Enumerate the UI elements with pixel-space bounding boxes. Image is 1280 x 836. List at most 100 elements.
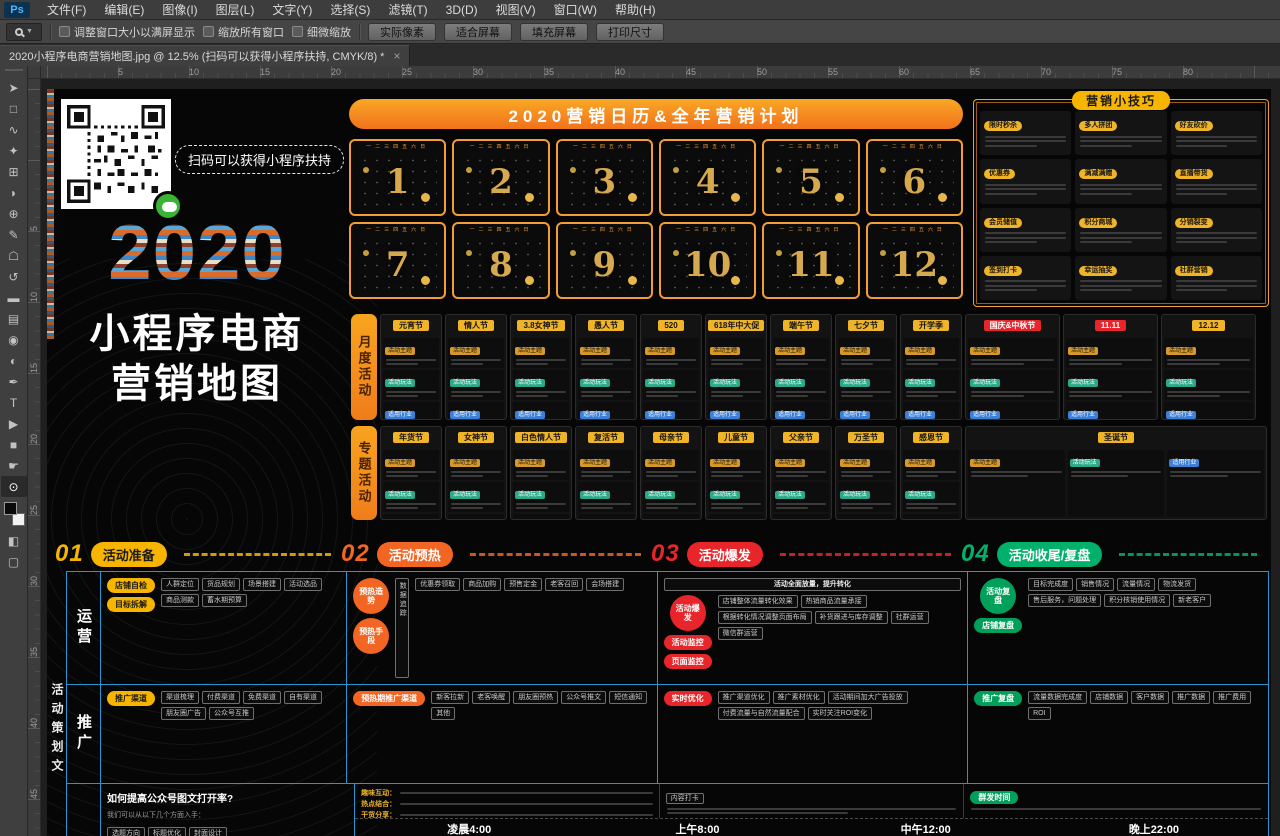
tip-card: 多人拼团 xyxy=(1075,111,1166,155)
checkbox-box[interactable] xyxy=(292,26,303,37)
flow-circle: 预热手段 xyxy=(353,618,389,654)
blur-tool[interactable]: ◉ xyxy=(1,329,27,350)
option-checkbox[interactable]: 调整窗口大小以满屏显示 xyxy=(59,24,195,40)
stage-dashes xyxy=(184,553,331,556)
activity-field: 活动玩法 xyxy=(383,370,439,400)
zoom-action-button[interactable]: 实际像素 xyxy=(368,23,436,41)
menu-item[interactable]: 图层(L) xyxy=(207,0,264,19)
menu-item[interactable]: 文件(F) xyxy=(38,0,95,19)
activity-field-label: 活动主题 xyxy=(710,459,740,467)
color-swatches[interactable] xyxy=(1,500,27,527)
text-line xyxy=(1167,391,1250,393)
healing-brush-tool[interactable]: ⊕ xyxy=(1,203,27,224)
marquee-tool[interactable]: □ xyxy=(1,98,27,119)
screen-mode-button[interactable]: ▢ xyxy=(1,551,27,572)
flow-node: 推广数据 xyxy=(1172,691,1210,704)
ruler-number: 40 xyxy=(29,657,39,728)
activity-card-title: 端午节 xyxy=(783,320,819,331)
activity-field: 活动玩法 xyxy=(448,370,504,400)
active-tool-well[interactable]: ▼ xyxy=(6,23,42,41)
tip-card-title: 多人拼团 xyxy=(1079,121,1117,131)
eraser-tool[interactable]: ▬ xyxy=(1,287,27,308)
text-line xyxy=(581,395,613,397)
text-line xyxy=(400,803,653,805)
activity-field: 活动玩法 xyxy=(773,370,829,400)
activity-field: 活动主题 xyxy=(578,338,634,368)
menu-item[interactable]: 编辑(E) xyxy=(95,0,153,19)
type-tool[interactable]: T xyxy=(1,392,27,413)
flow-node: 推广渠道优化 xyxy=(718,691,770,704)
menu-item[interactable]: 文字(Y) xyxy=(263,0,321,19)
foreground-color-swatch[interactable] xyxy=(4,502,17,515)
flow-node: 选题方向 xyxy=(107,827,145,836)
activity-card: 国庆&中秋节 活动主题 xyxy=(965,314,1060,420)
hand-tool[interactable]: ☛ xyxy=(1,455,27,476)
stage-label: 活动爆发 xyxy=(687,542,763,567)
move-tool[interactable]: ➤ xyxy=(1,77,27,98)
zoom-action-button[interactable]: 适合屏幕 xyxy=(444,23,512,41)
activity-field-label: 活动玩法 xyxy=(710,379,740,387)
activity-field-label: 活动玩法 xyxy=(450,379,480,387)
ruler-number: 60 xyxy=(899,67,970,77)
dodge-tool[interactable]: ◐ xyxy=(1,350,27,371)
history-brush-tool[interactable]: ↺ xyxy=(1,266,27,287)
flow-node: 付费流量与自然流量配合 xyxy=(718,707,805,720)
text-line xyxy=(1176,184,1257,186)
crop-tool[interactable]: ⊞ xyxy=(1,161,27,182)
zoom-tool[interactable]: ⊙ xyxy=(1,476,27,497)
document-tab[interactable]: 2020小程序电商营销地图.jpg @ 12.5% (扫码可以获得小程序扶持, … xyxy=(0,45,410,66)
text-line xyxy=(646,507,678,509)
zoom-action-button[interactable]: 填充屏幕 xyxy=(520,23,588,41)
menu-item[interactable]: 3D(D) xyxy=(437,0,487,19)
eyedropper-tool[interactable]: ◗ xyxy=(1,182,27,203)
activity-card-title: 12.12 xyxy=(1192,320,1224,331)
zoom-action-button[interactable]: 打印尺寸 xyxy=(596,23,664,41)
path-selection-tool[interactable]: ▶ xyxy=(1,413,27,434)
tip-card-title: 幸运抽奖 xyxy=(1079,266,1117,276)
flow-node: 积分核销使用情况 xyxy=(1104,594,1170,607)
ruler-number: 15 xyxy=(260,67,331,77)
menu-item[interactable]: 视图(V) xyxy=(487,0,545,19)
brush-tool[interactable]: ✎ xyxy=(1,224,27,245)
activity-field-label: 活动主题 xyxy=(645,459,675,467)
checkbox-box[interactable] xyxy=(203,26,214,37)
text-line xyxy=(1176,289,1228,291)
menu-item[interactable]: 选择(S) xyxy=(321,0,379,19)
activity-field-label: 活动主题 xyxy=(1166,347,1196,355)
text-line xyxy=(646,363,678,365)
text-line xyxy=(1176,193,1228,195)
quick-mask-button[interactable]: ◧ xyxy=(1,530,27,551)
menu-item[interactable]: 图像(I) xyxy=(153,0,206,19)
gradient-tool[interactable]: ▤ xyxy=(1,308,27,329)
activity-card: 愚人节 活动主题 xyxy=(575,314,637,420)
text-line xyxy=(451,503,501,505)
flow-circle: 活动爆发 xyxy=(670,595,706,631)
lasso-tool[interactable]: ∿ xyxy=(1,119,27,140)
ruler-number: 50 xyxy=(757,67,828,77)
activity-field: 活动玩法 xyxy=(773,482,829,512)
magic-wand-tool[interactable]: ✦ xyxy=(1,140,27,161)
pen-tool[interactable]: ✒ xyxy=(1,371,27,392)
option-checkbox[interactable]: 缩放所有窗口 xyxy=(203,24,284,40)
activity-field: 活动主题 xyxy=(968,450,1065,517)
close-icon[interactable]: × xyxy=(393,49,400,63)
shape-tool[interactable]: ■ xyxy=(1,434,27,455)
text-line xyxy=(776,471,826,473)
option-checkbox[interactable]: 细微缩放 xyxy=(292,24,351,40)
ruler-number: 10 xyxy=(189,67,260,77)
stage-number: 03 xyxy=(651,540,680,568)
flow-node: 其他 xyxy=(431,707,455,720)
activity-field: 适用行业 xyxy=(1167,450,1264,517)
activity-field-label: 活动玩法 xyxy=(1068,379,1098,387)
checkbox-box[interactable] xyxy=(59,26,70,37)
activity-field: 适用行业 xyxy=(448,402,504,420)
menu-item[interactable]: 滤镜(T) xyxy=(379,0,436,19)
clone-stamp-tool[interactable]: ☖ xyxy=(1,245,27,266)
canvas[interactable]: 扫码可以获得小程序扶持 2020 小程序电商 营销地图 2020营销日历&全年营… xyxy=(41,79,1280,836)
menu-item[interactable]: 帮助(H) xyxy=(606,0,665,19)
activity-field-label: 活动主题 xyxy=(1068,347,1098,355)
menu-item[interactable]: 窗口(W) xyxy=(545,0,606,19)
panel-grip[interactable] xyxy=(5,69,23,74)
activity-field-label: 活动主题 xyxy=(515,459,545,467)
tip-card: 优惠券 xyxy=(980,159,1071,203)
